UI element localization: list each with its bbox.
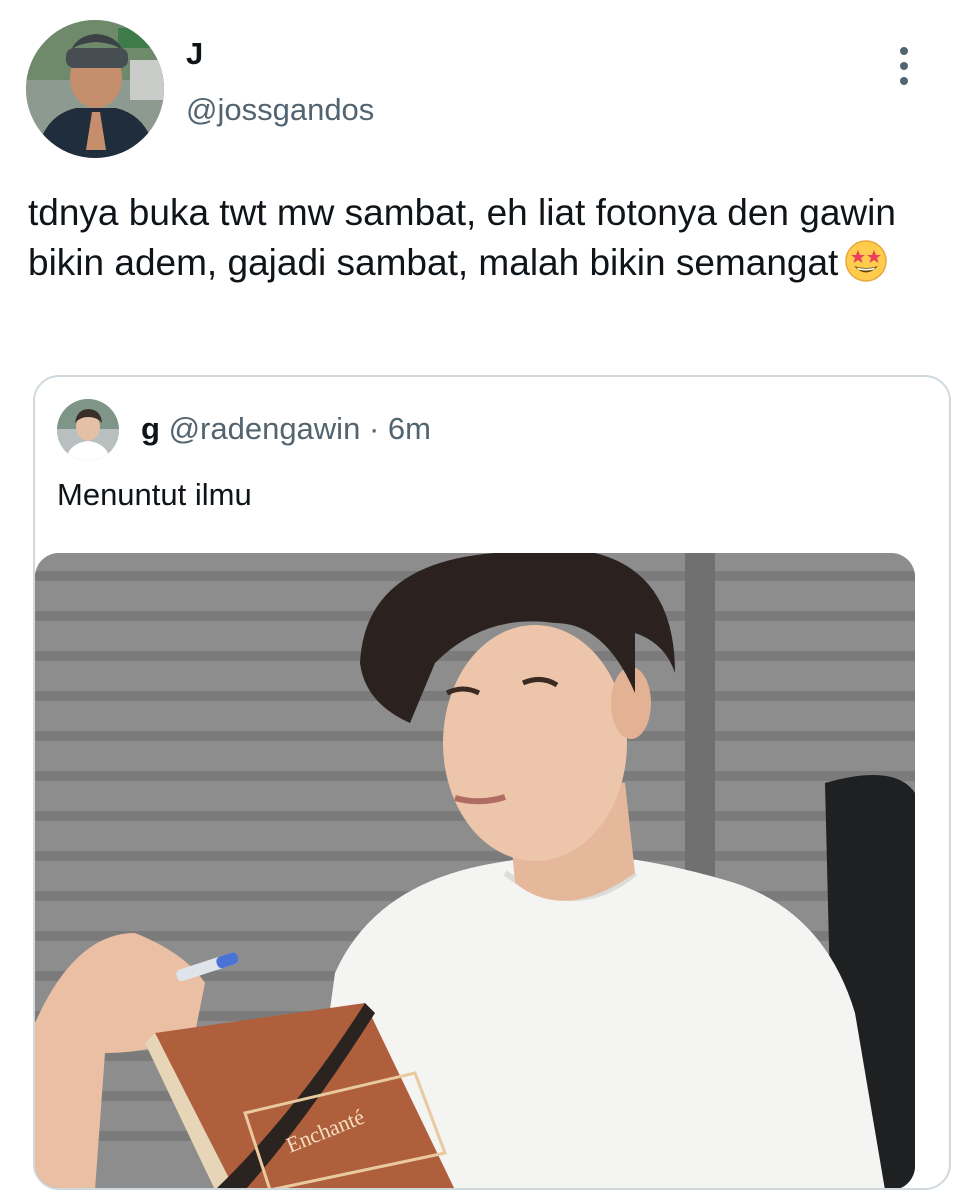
quoted-tweet-photo[interactable]: Enchanté <box>35 553 915 1188</box>
author-display-name[interactable]: J <box>186 36 203 72</box>
quoted-tweet-timestamp[interactable]: 6m <box>388 411 431 446</box>
star-struck-emoji-icon <box>845 240 888 282</box>
author-handle[interactable]: @jossgandos <box>186 92 374 128</box>
quoted-tweet-text: Menuntut ilmu <box>57 477 252 512</box>
tweet-text: tdnya buka twt mw sambat, eh liat fotony… <box>28 188 938 288</box>
quoted-author-avatar[interactable] <box>57 399 119 461</box>
quoted-author-handle[interactable]: @radengawin <box>169 411 361 446</box>
quoted-tweet-card[interactable]: g @radengawin · 6m Menuntut ilmu Enchant… <box>33 375 951 1190</box>
quoted-tweet-meta: g @radengawin · 6m <box>141 409 431 449</box>
tweet-text-content: tdnya buka twt mw sambat, eh liat fotony… <box>28 192 896 283</box>
quoted-author-display-name[interactable]: g <box>141 411 160 446</box>
author-avatar[interactable] <box>26 20 164 158</box>
more-vertical-icon[interactable] <box>884 44 924 88</box>
meta-separator: · <box>368 411 380 446</box>
